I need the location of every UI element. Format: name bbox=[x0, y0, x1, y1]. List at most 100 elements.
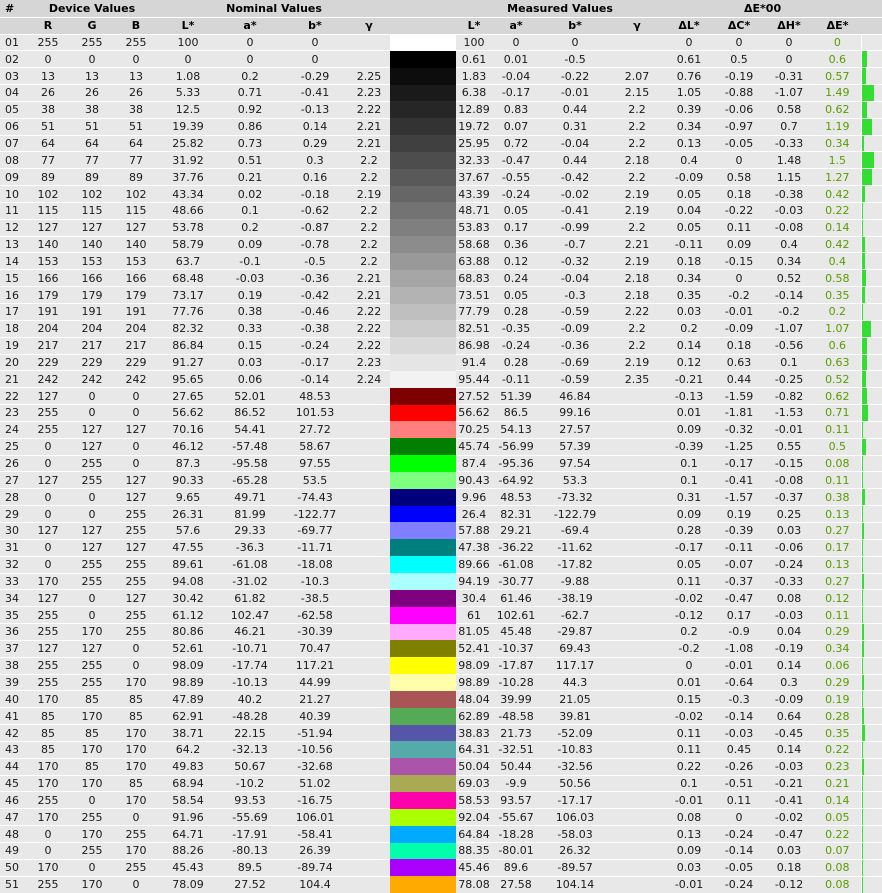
delta-c-cell: 0.44 bbox=[714, 370, 765, 389]
measured-gamma-cell: 2.35 bbox=[610, 370, 665, 389]
device-g-cell: 64 bbox=[70, 135, 114, 153]
delta-e-bar-cell bbox=[860, 421, 882, 439]
row-number-cell: 28 bbox=[0, 488, 26, 507]
table-row: 31 0 127 127 47.55 -36.3 -11.71 47.38 -36.22 -11.… bbox=[0, 539, 882, 557]
measured-gamma-cell bbox=[610, 404, 665, 422]
measured-l-cell: 12.89 bbox=[456, 101, 493, 119]
row-number-cell: 48 bbox=[0, 825, 26, 843]
delta-e-bar bbox=[862, 421, 863, 438]
delta-e-cell: 0.35 bbox=[814, 724, 862, 742]
row-number-cell: 43 bbox=[0, 741, 26, 759]
measured-gamma-cell bbox=[610, 573, 665, 591]
measured-b-cell: -122.79 bbox=[540, 505, 611, 523]
device-g-cell: 89 bbox=[70, 168, 114, 187]
nominal-l-cell: 90.33 bbox=[158, 471, 218, 490]
nominal-l-cell: 62.91 bbox=[158, 707, 218, 726]
device-b-cell: 170 bbox=[114, 674, 158, 692]
table-row: 12 127 127 127 53.78 0.2 -0.87 2.2 53.83 0.17 -0.9… bbox=[0, 219, 882, 237]
measured-gamma-cell bbox=[610, 842, 665, 860]
table-row: 20 229 229 229 91.27 0.03 -0.17 2.23 91.4 0.28 -0.… bbox=[0, 354, 882, 372]
delta-c-cell: 0.45 bbox=[714, 741, 765, 759]
nominal-l-cell: 19.39 bbox=[158, 118, 218, 136]
delta-e-cell: 0.17 bbox=[814, 539, 862, 557]
device-r-cell: 115 bbox=[26, 202, 70, 220]
nominal-gamma-cell: 2.24 bbox=[348, 370, 391, 389]
device-g-cell: 85 bbox=[70, 758, 114, 776]
device-r-cell: 0 bbox=[26, 505, 70, 523]
delta-e-bar bbox=[862, 843, 863, 859]
delta-e-bar-cell bbox=[860, 50, 882, 69]
device-g-cell: 170 bbox=[70, 707, 114, 726]
nominal-gamma-cell bbox=[348, 876, 391, 893]
column-header-delta-l: ΔL* bbox=[664, 17, 715, 35]
delta-c-cell: -1.25 bbox=[714, 438, 765, 456]
delta-l-cell: 0.34 bbox=[664, 269, 715, 288]
delta-e-cell: 1.49 bbox=[814, 84, 862, 102]
nominal-gamma-cell bbox=[348, 741, 391, 759]
nominal-gamma-cell: 2.21 bbox=[348, 269, 391, 288]
measured-b-cell: -9.88 bbox=[540, 573, 611, 591]
group-header-row: # Device Values Nominal Values Measured … bbox=[0, 0, 882, 18]
delta-c-cell: -0.39 bbox=[714, 522, 765, 540]
row-number-cell: 22 bbox=[0, 387, 26, 406]
device-g-cell: 255 bbox=[70, 34, 114, 52]
delta-e-bar bbox=[862, 51, 867, 67]
color-swatch bbox=[390, 623, 457, 641]
measured-gamma-cell bbox=[610, 34, 665, 52]
delta-e-bar bbox=[862, 725, 865, 741]
measured-b-cell: -89.57 bbox=[540, 859, 611, 877]
nominal-l-cell: 64.71 bbox=[158, 825, 218, 843]
delta-c-cell: 0.19 bbox=[714, 505, 765, 523]
nominal-gamma-cell bbox=[348, 707, 391, 726]
delta-e-bar-cell bbox=[860, 354, 882, 372]
delta-e-bar bbox=[862, 590, 863, 606]
measured-l-cell: 69.03 bbox=[456, 775, 493, 793]
measured-gamma-cell bbox=[610, 471, 665, 490]
delta-c-cell: -1.81 bbox=[714, 404, 765, 422]
delta-h-cell: -0.19 bbox=[764, 640, 815, 658]
device-b-cell: 77 bbox=[114, 151, 158, 170]
group-header-device-values: Device Values bbox=[26, 0, 158, 18]
measured-a-cell: -0.11 bbox=[492, 370, 541, 389]
delta-e-bar-cell bbox=[860, 657, 882, 675]
delta-c-cell: 0 bbox=[714, 808, 765, 827]
nominal-b-cell: -0.5 bbox=[282, 252, 348, 271]
measured-gamma-cell bbox=[610, 387, 665, 406]
measured-b-cell: 106.03 bbox=[540, 808, 611, 827]
delta-e-bar bbox=[862, 792, 863, 808]
device-g-cell: 0 bbox=[70, 791, 114, 810]
delta-h-cell: 0.58 bbox=[764, 101, 815, 119]
delta-h-cell: 1.15 bbox=[764, 168, 815, 187]
nominal-gamma-cell bbox=[348, 455, 391, 473]
nominal-b-cell: -10.56 bbox=[282, 741, 348, 759]
delta-l-cell: 0.09 bbox=[664, 842, 715, 860]
delta-h-cell: 0.7 bbox=[764, 118, 815, 136]
table-row: 19 217 217 217 86.84 0.15 -0.24 2.22 86.98 -0.24-… bbox=[0, 337, 882, 355]
nominal-a-cell: 22.15 bbox=[218, 724, 282, 742]
measured-l-cell: 95.44 bbox=[456, 370, 493, 389]
nominal-a-cell: -55.69 bbox=[218, 808, 282, 827]
delta-e-bar bbox=[862, 101, 867, 118]
delta-e-bar bbox=[862, 304, 864, 320]
nominal-l-cell: 12.5 bbox=[158, 101, 218, 119]
color-swatch bbox=[390, 34, 457, 51]
column-header-bar bbox=[861, 17, 882, 35]
delta-l-cell: 0.03 bbox=[664, 303, 715, 321]
row-number-cell: 35 bbox=[0, 606, 26, 625]
measured-b-cell: 117.17 bbox=[540, 657, 611, 675]
delta-e-bar-cell bbox=[860, 522, 882, 540]
measured-gamma-cell bbox=[610, 707, 665, 726]
nominal-b-cell: -18.08 bbox=[282, 556, 348, 574]
measured-a-cell: 0.28 bbox=[492, 354, 541, 372]
measured-l-cell: 63.88 bbox=[456, 252, 493, 271]
device-r-cell: 38 bbox=[26, 101, 70, 119]
measured-b-cell: -0.99 bbox=[540, 219, 611, 237]
nominal-b-cell: -0.36 bbox=[282, 269, 348, 288]
color-swatch bbox=[390, 488, 457, 506]
color-swatch bbox=[390, 556, 457, 573]
device-r-cell: 255 bbox=[26, 791, 70, 810]
delta-e-bar bbox=[862, 556, 863, 573]
delta-c-cell: 0 bbox=[714, 269, 765, 288]
measured-a-cell: 50.44 bbox=[492, 758, 541, 776]
device-g-cell: 0 bbox=[70, 589, 114, 608]
